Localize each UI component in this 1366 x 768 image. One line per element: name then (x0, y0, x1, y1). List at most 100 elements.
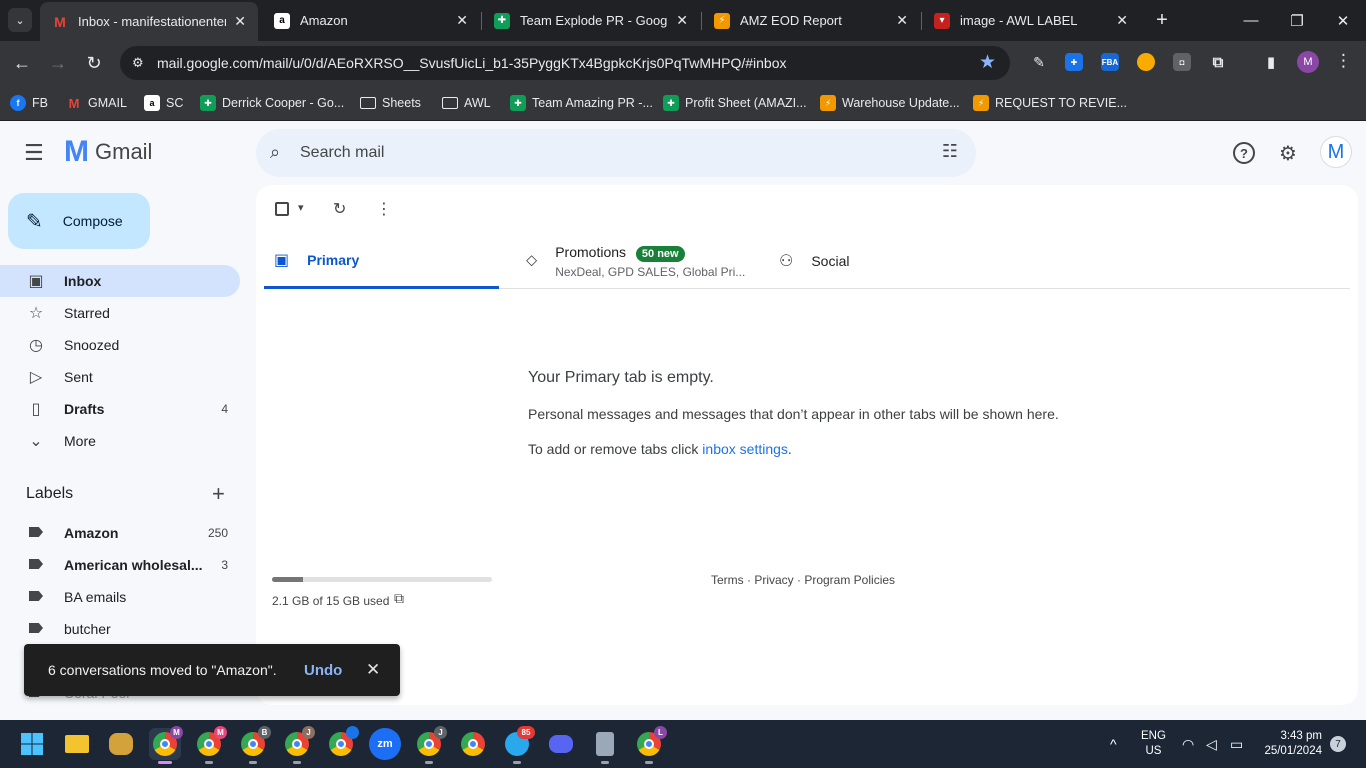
select-all-checkbox[interactable] (275, 202, 289, 216)
discord-icon[interactable] (545, 728, 577, 760)
chrome-profile-icon[interactable] (325, 726, 359, 760)
tab-amazon[interactable]: a Amazon ✕ (262, 0, 480, 41)
refresh-icon[interactable]: ↻ (333, 199, 346, 219)
app-character-icon[interactable] (105, 728, 137, 760)
tab-promotions[interactable]: ⬦ Promotions 50 new NexDeal, GPD SALES, … (526, 233, 766, 289)
account-avatar[interactable]: M (1320, 136, 1352, 168)
wifi-icon[interactable]: ◠ (1182, 720, 1194, 768)
bookmark-derrick-cooper[interactable]: ✚ Derrick Cooper - Go... (200, 93, 344, 113)
extension-orange-circle-icon[interactable] (1137, 53, 1155, 71)
reload-icon[interactable]: ↻ (82, 51, 106, 75)
bookmark-team-amazing-pr[interactable]: ✚ Team Amazing PR -... (510, 93, 653, 113)
more-options-icon[interactable]: ⋮ (376, 199, 392, 219)
bookmark-request-to-review[interactable]: ⚡ REQUEST TO REVIE... (973, 93, 1127, 113)
profile-badge: M (214, 726, 227, 739)
nav-item-snoozed[interactable]: ◷ Snoozed (0, 329, 240, 361)
url-text[interactable]: mail.google.com/mail/u/0/d/AEoRXRSO__Svu… (157, 55, 787, 71)
address-bar[interactable]: ⚙ mail.google.com/mail/u/0/d/AEoRXRSO__S… (120, 46, 1010, 80)
create-label-plus-icon[interactable]: + (212, 481, 225, 507)
bookmark-profit-sheet[interactable]: ✚ Profit Sheet (AMAZI... (663, 93, 807, 113)
language-indicator[interactable]: ENG US (1141, 720, 1166, 768)
open-storage-external-icon[interactable]: ⧉ (394, 590, 404, 607)
main-menu-icon[interactable]: ☰ (24, 141, 48, 165)
browser-toolbar: ← → ↻ ⚙ mail.google.com/mail/u/0/d/AEoRX… (0, 41, 1366, 85)
select-dropdown-caret-icon[interactable]: ▾ (298, 201, 304, 214)
extension-camera-icon[interactable]: ◘ (1173, 53, 1191, 71)
bookmark-warehouse-update[interactable]: ⚡ Warehouse Update... (820, 93, 960, 113)
nav-item-label: Snoozed (64, 337, 120, 353)
nav-item-sent[interactable]: ▷ Sent (0, 361, 240, 393)
search-icon[interactable]: ⌕ (270, 142, 280, 163)
site-info-icon[interactable]: ⚙ (132, 55, 148, 71)
close-tab-icon[interactable]: ✕ (676, 12, 688, 29)
bookmark-sc[interactable]: a SC (144, 93, 183, 113)
search-bar[interactable]: ⌕ ☷ (256, 129, 976, 177)
forward-arrow-icon[interactable]: → (46, 51, 70, 75)
support-icon[interactable]: ? (1233, 142, 1255, 164)
extension-pen-icon[interactable]: ✎ (1030, 53, 1048, 71)
nav-item-more[interactable]: ⌄ More (0, 425, 240, 457)
clock[interactable]: 3:43 pm 25/01/2024 (1262, 720, 1322, 768)
nav-item-starred[interactable]: ☆ Starred (0, 297, 240, 329)
label-item-butcher[interactable]: butcher (0, 613, 240, 645)
tab-primary[interactable]: ▣ Primary (264, 233, 499, 289)
chrome-profile-icon[interactable]: M (193, 726, 227, 764)
tray-overflow-chevron-icon[interactable]: ^ (1110, 720, 1117, 768)
battery-icon[interactable]: ▭ (1230, 720, 1243, 768)
chrome-profile-icon[interactable]: J (413, 726, 447, 764)
extension-fba-icon[interactable]: FBA (1101, 53, 1119, 71)
notification-center[interactable]: 7 (1330, 720, 1346, 768)
zoom-icon[interactable]: zm (369, 728, 401, 760)
chrome-icon[interactable]: M (149, 726, 183, 764)
extension-puzzle-blue-icon[interactable]: ✚ (1065, 53, 1083, 71)
close-tab-icon[interactable]: ✕ (456, 12, 468, 29)
label-item-ba-emails[interactable]: BA emails (0, 581, 240, 613)
browser-menu-icon[interactable]: ⋮ (1335, 51, 1352, 71)
gmail-logo[interactable]: M Gmail (64, 137, 152, 167)
inbox-settings-link[interactable]: inbox settings (702, 441, 788, 457)
chrome-profile-icon[interactable]: J (281, 726, 315, 764)
footer-links[interactable]: Terms · Privacy · Program Policies (711, 573, 895, 587)
new-tab-plus-icon[interactable]: + (1150, 8, 1174, 32)
settings-gear-icon[interactable]: ⚙ (1276, 141, 1300, 165)
calculator-icon[interactable] (589, 728, 621, 764)
telegram-icon[interactable]: 85 (501, 726, 535, 764)
close-tab-icon[interactable]: ✕ (234, 13, 246, 30)
label-item-american-wholesale[interactable]: American wholesal... 3 (0, 549, 240, 581)
undo-button[interactable]: Undo (304, 662, 342, 679)
volume-icon[interactable]: ◁ (1206, 720, 1217, 768)
compose-button[interactable]: ✎ Compose (8, 193, 150, 249)
back-arrow-icon[interactable]: ← (10, 51, 34, 75)
tab-awl-label[interactable]: ▾ image - AWL LABEL ✕ (922, 0, 1140, 41)
bookmark-star-icon[interactable]: ★ (979, 51, 996, 74)
nav-item-drafts[interactable]: ▯ Drafts 4 (0, 393, 240, 425)
tab-team-explode-pr[interactable]: ✚ Team Explode PR - Google S ✕ (482, 0, 700, 41)
search-options-icon[interactable]: ☷ (942, 141, 958, 162)
close-window-icon[interactable]: ✕ (1320, 0, 1366, 41)
bookmark-sheets[interactable]: Sheets (360, 93, 421, 113)
bookmark-gmail[interactable]: M GMAIL (66, 93, 127, 113)
browser-profile-avatar[interactable]: M (1297, 51, 1319, 73)
chrome-profile-icon[interactable]: B (237, 726, 271, 764)
minimize-icon[interactable]: — (1228, 0, 1274, 41)
label-tag-icon (26, 620, 46, 638)
label-item-amazon[interactable]: Amazon 250 (0, 517, 240, 549)
close-tab-icon[interactable]: ✕ (1116, 12, 1128, 29)
tab-social[interactable]: ⚇ Social (779, 233, 979, 289)
chrome-profile-icon[interactable]: L (633, 726, 667, 764)
tab-gmail-inbox[interactable]: M Inbox - manifestationenterp ✕ (40, 2, 258, 41)
side-panel-icon[interactable]: ▮ (1262, 53, 1280, 71)
bookmark-awl[interactable]: AWL (442, 93, 491, 113)
bookmark-fb[interactable]: f FB (10, 93, 48, 113)
close-toast-icon[interactable]: ✕ (366, 660, 380, 680)
tab-search-chevron-icon[interactable]: ⌄ (8, 8, 32, 32)
extensions-puzzle-icon[interactable]: ⧉ (1209, 53, 1227, 71)
tab-amz-eod-report[interactable]: ⚡ AMZ EOD Report ✕ (702, 0, 920, 41)
nav-item-inbox[interactable]: ▣ Inbox (0, 265, 240, 297)
chrome-icon[interactable] (457, 728, 489, 760)
search-input[interactable] (300, 141, 900, 165)
restore-icon[interactable]: ❐ (1274, 0, 1320, 41)
windows-start-icon[interactable] (16, 728, 48, 760)
close-tab-icon[interactable]: ✕ (896, 12, 908, 29)
file-explorer-icon[interactable] (61, 728, 93, 760)
